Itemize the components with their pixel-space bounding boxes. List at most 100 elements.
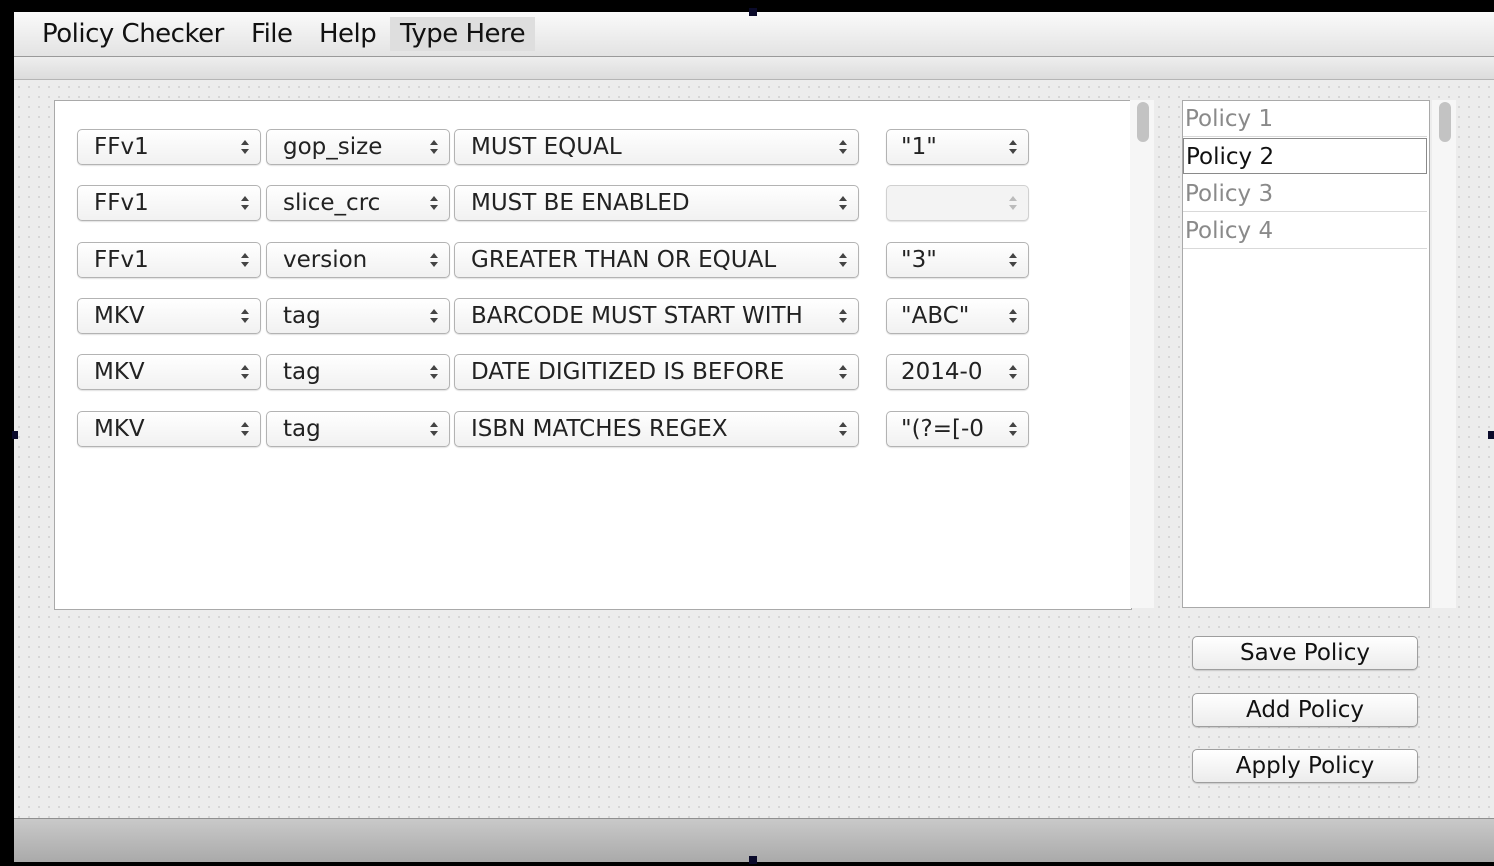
menu-bar: Policy Checker File Help Type Here [14, 12, 1494, 57]
field-value: tag [283, 416, 321, 442]
value-select[interactable] [886, 185, 1029, 221]
operator-value: MUST BE ENABLED [471, 190, 690, 216]
operator-select[interactable]: GREATER THAN OR EQUAL [454, 242, 859, 278]
menu-type-here[interactable]: Type Here [390, 17, 536, 51]
value-select[interactable]: 2014-0 [886, 354, 1029, 390]
container-value: MKV [94, 303, 145, 329]
policy-checker-window: Policy Checker File Help Type Here FFv1 g… [14, 12, 1494, 862]
rules-panel: FFv1 gop_size MUST EQUAL "1" FFv1 slice_crc MU… [54, 100, 1132, 610]
field-select[interactable]: slice_crc [266, 185, 450, 221]
field-value: version [283, 247, 368, 273]
value-value: "(?=[-0 [901, 416, 984, 442]
updown-arrows-icon [238, 243, 252, 277]
operator-value: DATE DIGITIZED IS BEFORE [471, 359, 785, 385]
updown-arrows-icon [1006, 243, 1020, 277]
updown-arrows-icon [427, 412, 441, 446]
container-select[interactable]: MKV [77, 354, 261, 390]
container-value: FFv1 [94, 247, 149, 273]
updown-arrows-icon [1006, 186, 1020, 220]
updown-arrows-icon [836, 355, 850, 389]
updown-arrows-icon [836, 412, 850, 446]
container-select[interactable]: FFv1 [77, 185, 261, 221]
operator-value: GREATER THAN OR EQUAL [471, 247, 777, 273]
value-value: 2014-0 [901, 359, 983, 385]
operator-value: BARCODE MUST START WITH [471, 303, 803, 329]
operator-value: MUST EQUAL [471, 134, 622, 160]
operator-value: ISBN MATCHES REGEX [471, 416, 728, 442]
container-select[interactable]: MKV [77, 411, 261, 447]
updown-arrows-icon [836, 299, 850, 333]
field-select[interactable]: tag [266, 411, 450, 447]
field-select[interactable]: tag [266, 354, 450, 390]
operator-select[interactable]: MUST BE ENABLED [454, 185, 859, 221]
rules-scroll-thumb[interactable] [1137, 102, 1149, 142]
selection-handle-top[interactable] [749, 8, 757, 16]
menu-help[interactable]: Help [319, 19, 377, 49]
policy-item-3[interactable]: Policy 3 [1183, 176, 1427, 212]
updown-arrows-icon [427, 130, 441, 164]
updown-arrows-icon [427, 299, 441, 333]
field-value: gop_size [283, 134, 383, 160]
updown-arrows-icon [427, 243, 441, 277]
rule-row: FFv1 gop_size MUST EQUAL "1" [77, 129, 1037, 169]
selection-handle-bottom[interactable] [749, 856, 757, 864]
container-value: MKV [94, 416, 145, 442]
policy-item-4[interactable]: Policy 4 [1183, 213, 1427, 249]
rule-row: MKV tag DATE DIGITIZED IS BEFORE 2014-0 [77, 354, 1037, 394]
field-value: tag [283, 303, 321, 329]
field-value: tag [283, 359, 321, 385]
updown-arrows-icon [836, 130, 850, 164]
updown-arrows-icon [427, 355, 441, 389]
field-select[interactable]: gop_size [266, 129, 450, 165]
operator-select[interactable]: BARCODE MUST START WITH [454, 298, 859, 334]
updown-arrows-icon [1006, 355, 1020, 389]
updown-arrows-icon [1006, 412, 1020, 446]
selection-handle-right[interactable] [1488, 431, 1494, 439]
add-policy-button[interactable]: Add Policy [1192, 693, 1418, 727]
rule-row: FFv1 slice_crc MUST BE ENABLED [77, 185, 1037, 225]
value-select[interactable]: "(?=[-0 [886, 411, 1029, 447]
container-select[interactable]: FFv1 [77, 242, 261, 278]
field-select[interactable]: tag [266, 298, 450, 334]
operator-select[interactable]: ISBN MATCHES REGEX [454, 411, 859, 447]
operator-select[interactable]: MUST EQUAL [454, 129, 859, 165]
value-value: "1" [901, 134, 937, 160]
updown-arrows-icon [836, 243, 850, 277]
value-select[interactable]: "ABC" [886, 298, 1029, 334]
save-policy-button[interactable]: Save Policy [1192, 636, 1418, 670]
rule-row: MKV tag BARCODE MUST START WITH "ABC" [77, 298, 1037, 338]
policy-scroll-thumb[interactable] [1439, 102, 1451, 142]
apply-policy-button[interactable]: Apply Policy [1192, 749, 1418, 783]
value-value: "3" [901, 247, 937, 273]
value-value: "ABC" [901, 303, 970, 329]
updown-arrows-icon [238, 186, 252, 220]
field-value: slice_crc [283, 190, 381, 216]
updown-arrows-icon [238, 299, 252, 333]
policy-item-2[interactable]: Policy 2 [1183, 138, 1427, 174]
field-select[interactable]: version [266, 242, 450, 278]
rule-row: MKV tag ISBN MATCHES REGEX "(?=[-0 [77, 411, 1037, 451]
container-value: MKV [94, 359, 145, 385]
menu-file[interactable]: File [251, 19, 293, 49]
container-value: FFv1 [94, 190, 149, 216]
policy-list: Policy 1 Policy 2 Policy 3 Policy 4 [1182, 100, 1430, 608]
container-value: FFv1 [94, 134, 149, 160]
rule-row: FFv1 version GREATER THAN OR EQUAL "3" [77, 242, 1037, 282]
value-select[interactable]: "3" [886, 242, 1029, 278]
updown-arrows-icon [238, 412, 252, 446]
policy-item-1[interactable]: Policy 1 [1183, 101, 1427, 137]
policy-list-scrollbar[interactable] [1432, 100, 1456, 608]
container-select[interactable]: FFv1 [77, 129, 261, 165]
rules-scrollbar[interactable] [1130, 100, 1154, 608]
updown-arrows-icon [238, 130, 252, 164]
selection-handle-left[interactable] [12, 431, 18, 439]
container-select[interactable]: MKV [77, 298, 261, 334]
menu-policy-checker[interactable]: Policy Checker [42, 19, 224, 49]
value-select[interactable]: "1" [886, 129, 1029, 165]
updown-arrows-icon [1006, 130, 1020, 164]
operator-select[interactable]: DATE DIGITIZED IS BEFORE [454, 354, 859, 390]
updown-arrows-icon [836, 186, 850, 220]
updown-arrows-icon [1006, 299, 1020, 333]
toolbar-strip [14, 57, 1494, 80]
updown-arrows-icon [238, 355, 252, 389]
